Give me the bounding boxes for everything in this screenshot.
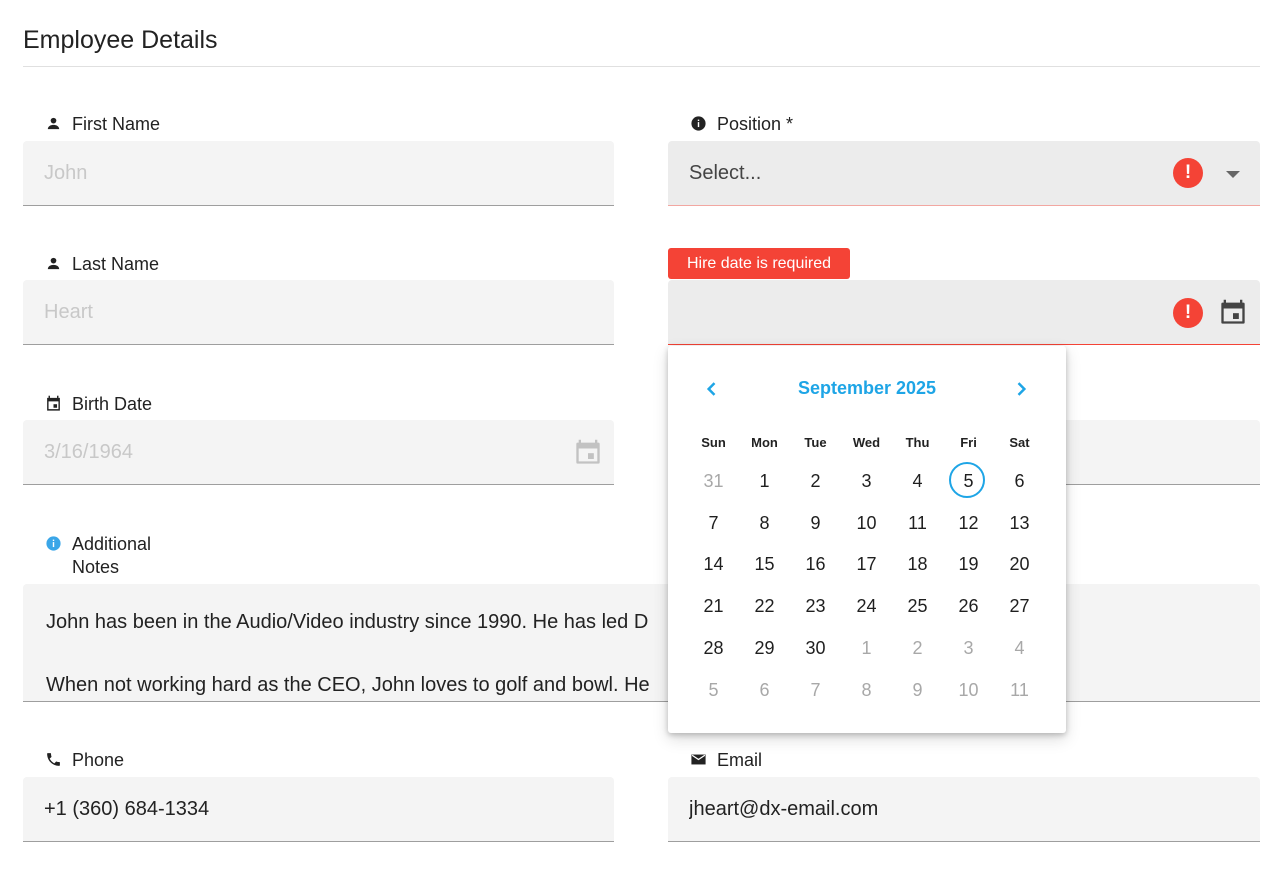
notes-textarea[interactable]: John has been in the Audio/Video industr… xyxy=(23,584,1260,702)
calendar-day[interactable]: 25 xyxy=(892,588,943,624)
notes-line: When not working hard as the CEO, John l… xyxy=(46,674,650,696)
position-select[interactable]: Select... ! xyxy=(668,141,1260,206)
calendar-day-other-month[interactable]: 2 xyxy=(892,630,943,666)
calendar-day[interactable]: 27 xyxy=(994,588,1045,624)
calendar-day-other-month[interactable]: 9 xyxy=(892,672,943,708)
last-name-value: Heart xyxy=(44,301,93,323)
calendar-day[interactable]: 21 xyxy=(688,588,739,624)
weekday-wed: Wed xyxy=(852,435,881,450)
position-placeholder: Select... xyxy=(689,162,762,184)
event-icon xyxy=(45,395,62,412)
hidden-field-behind-popup[interactable] xyxy=(1060,420,1260,485)
error-icon: ! xyxy=(1173,158,1203,188)
calendar-day[interactable]: 23 xyxy=(790,588,841,624)
first-name-value: John xyxy=(44,162,88,184)
hire-date-field[interactable]: ! xyxy=(668,280,1260,345)
weekday-tue: Tue xyxy=(804,435,827,450)
calendar-day[interactable]: 2 xyxy=(790,463,841,499)
calendar-day[interactable]: 6 xyxy=(994,463,1045,499)
calendar-popup: September 2025 Sun Mon Tue Wed Thu Fri Sat 31 1 2… xyxy=(668,346,1066,733)
birth-date-field[interactable]: 3/16/1964 xyxy=(23,420,614,485)
weekday-sat: Sat xyxy=(1009,435,1030,450)
calendar-day[interactable]: 14 xyxy=(688,546,739,582)
calendar-day-other-month[interactable]: 7 xyxy=(790,672,841,708)
position-label: Position * xyxy=(668,113,793,136)
weekday-thu: Thu xyxy=(905,435,930,450)
calendar-day[interactable]: 9 xyxy=(790,505,841,541)
calendar-day-other-month[interactable]: 1 xyxy=(841,630,892,666)
next-month-button[interactable] xyxy=(1004,374,1038,404)
prev-month-button[interactable] xyxy=(695,374,729,404)
calendar-day[interactable]: 4 xyxy=(892,463,943,499)
notes-label: Additional Notes xyxy=(23,533,151,579)
calendar-day[interactable]: 17 xyxy=(841,546,892,582)
phone-field[interactable]: +1 (360) 684-1334 xyxy=(23,777,614,842)
calendar-day[interactable]: 5 xyxy=(943,462,994,499)
calendar-day[interactable]: 30 xyxy=(790,630,841,666)
calendar-day[interactable]: 13 xyxy=(994,505,1045,541)
person-icon xyxy=(45,115,62,132)
error-icon: ! xyxy=(1173,298,1203,328)
last-name-field[interactable]: Heart xyxy=(23,280,614,345)
calendar-day-other-month[interactable]: 5 xyxy=(688,672,739,708)
calendar-day-other-month[interactable]: 3 xyxy=(943,630,994,666)
calendar-day-other-month[interactable]: 31 xyxy=(688,463,739,499)
calendar-day[interactable]: 20 xyxy=(994,546,1045,582)
title-divider xyxy=(23,66,1260,67)
birth-date-label: Birth Date xyxy=(23,393,152,416)
chevron-right-icon xyxy=(1017,382,1027,396)
calendar-day[interactable]: 19 xyxy=(943,546,994,582)
calendar-day[interactable]: 18 xyxy=(892,546,943,582)
email-field[interactable]: jheart@dx-email.com xyxy=(668,777,1260,842)
notes-line: John has been in the Audio/Video industr… xyxy=(46,611,649,633)
calendar-day[interactable]: 24 xyxy=(841,588,892,624)
email-label: Email xyxy=(668,749,762,772)
mail-icon xyxy=(690,751,707,768)
weekday-sun: Sun xyxy=(701,435,726,450)
calendar-day-other-month[interactable]: 8 xyxy=(841,672,892,708)
calendar-day[interactable]: 15 xyxy=(739,546,790,582)
calendar-day-other-month[interactable]: 6 xyxy=(739,672,790,708)
weekday-mon: Mon xyxy=(751,435,778,450)
weekday-fri: Fri xyxy=(960,435,977,450)
calendar-day-other-month[interactable]: 10 xyxy=(943,672,994,708)
phone-value: +1 (360) 684-1334 xyxy=(44,798,210,820)
phone-label: Phone xyxy=(23,749,124,772)
last-name-label: Last Name xyxy=(23,253,159,276)
info-icon xyxy=(690,115,707,132)
calendar-day[interactable]: 1 xyxy=(739,463,790,499)
calendar-day[interactable]: 10 xyxy=(841,505,892,541)
calendar-icon[interactable] xyxy=(574,438,602,466)
chevron-left-icon xyxy=(706,382,716,396)
calendar-day-other-month[interactable]: 4 xyxy=(994,630,1045,666)
chevron-down-icon[interactable] xyxy=(1226,171,1240,178)
person-icon xyxy=(45,255,62,272)
calendar-day[interactable]: 12 xyxy=(943,505,994,541)
calendar-day[interactable]: 22 xyxy=(739,588,790,624)
hire-date-error-tooltip: Hire date is required xyxy=(668,248,850,279)
page-title: Employee Details xyxy=(23,26,218,54)
first-name-field[interactable]: John xyxy=(23,141,614,206)
info-icon xyxy=(45,535,62,552)
calendar-day-other-month[interactable]: 11 xyxy=(994,672,1045,708)
birth-date-value: 3/16/1964 xyxy=(44,441,133,463)
email-value: jheart@dx-email.com xyxy=(689,798,879,820)
calendar-day[interactable]: 16 xyxy=(790,546,841,582)
calendar-day[interactable]: 26 xyxy=(943,588,994,624)
calendar-day[interactable]: 7 xyxy=(688,505,739,541)
calendar-day[interactable]: 28 xyxy=(688,630,739,666)
calendar-day[interactable]: 29 xyxy=(739,630,790,666)
calendar-month-title[interactable]: September 2025 xyxy=(736,378,998,399)
calendar-day[interactable]: 11 xyxy=(892,505,943,541)
first-name-label: First Name xyxy=(23,113,160,136)
phone-icon xyxy=(45,751,62,768)
calendar-day[interactable]: 8 xyxy=(739,505,790,541)
calendar-icon[interactable] xyxy=(1219,298,1247,326)
calendar-day[interactable]: 3 xyxy=(841,463,892,499)
